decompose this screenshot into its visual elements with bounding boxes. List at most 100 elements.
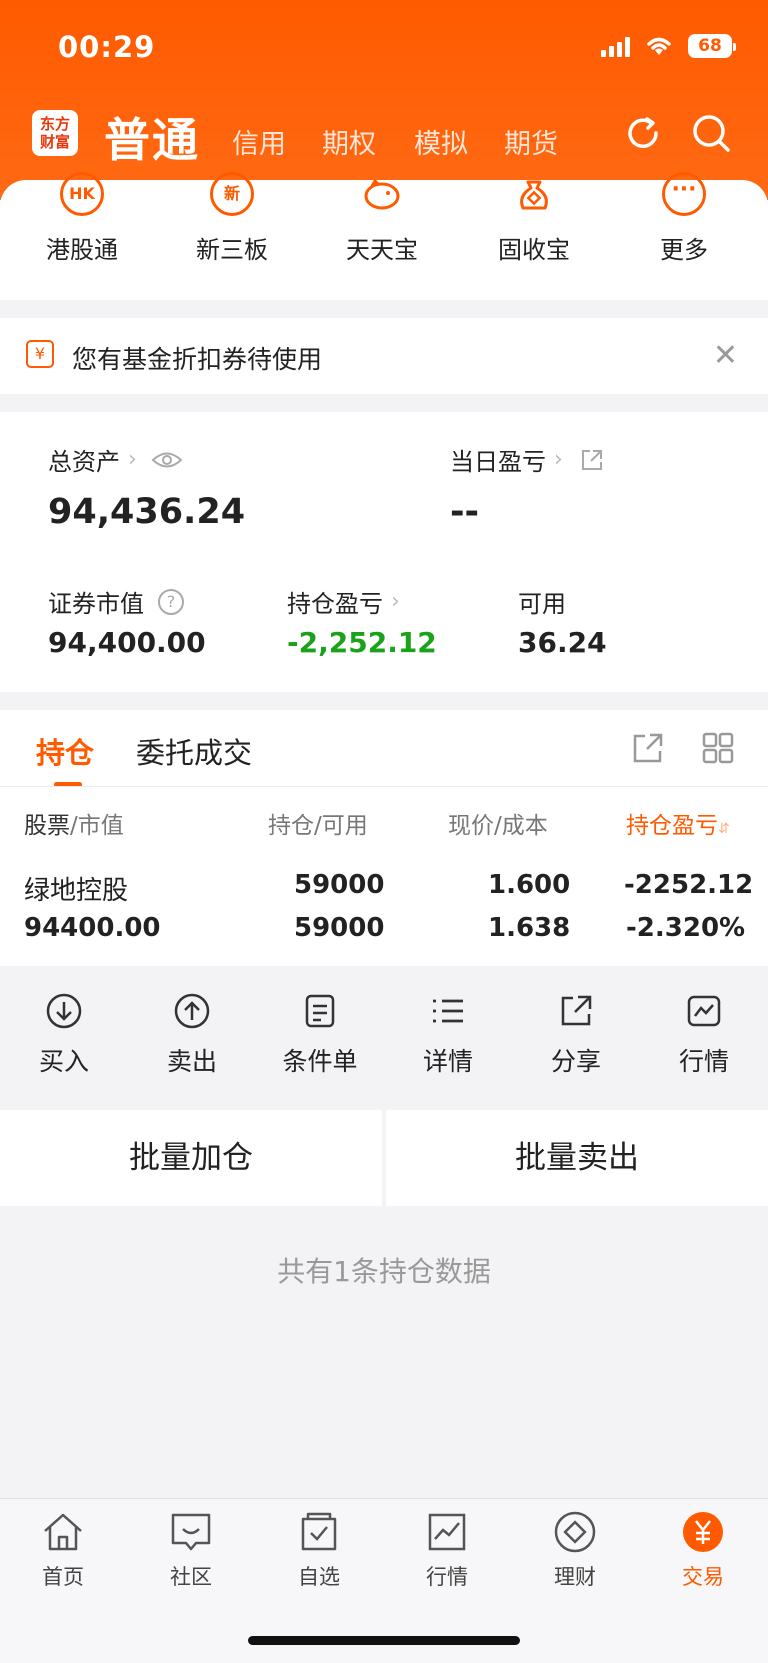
tab-watchlist[interactable]: 自选: [269, 1509, 369, 1591]
list-icon: [433, 999, 463, 1023]
home-indicator[interactable]: [248, 1636, 520, 1645]
stock-market-value: 94400.00: [24, 913, 161, 943]
tab-trade[interactable]: 交易: [653, 1509, 753, 1591]
status-icons: 68: [601, 34, 736, 58]
stock-name: 绿地控股: [24, 876, 129, 906]
details-button[interactable]: 详情: [398, 992, 498, 1078]
arrow-up-circle-icon: [174, 993, 210, 1029]
action-label: 分享: [550, 1047, 601, 1076]
batch-add-button[interactable]: 批量加仓: [0, 1110, 382, 1206]
wifi-icon: [647, 37, 671, 55]
coupon-notice[interactable]: ¥ 您有基金折扣券待使用 ✕: [0, 318, 768, 394]
more-icon: ···: [662, 172, 706, 216]
tab-wealth[interactable]: 理财: [525, 1509, 625, 1591]
current-price: 1.600: [488, 870, 571, 900]
chart-icon: [687, 995, 721, 1027]
shortcut-neeq[interactable]: 新 新三板: [172, 172, 292, 265]
shortcut-bar: HK 港股通 新 新三板 天天宝 固收宝 ··· 更多: [0, 172, 768, 300]
share-icon: [561, 995, 592, 1026]
position-pnl-label: 持仓盈亏: [287, 590, 383, 618]
cellular-signal-icon: [601, 35, 630, 57]
shortcut-label: 更多: [660, 236, 708, 264]
refresh-icon[interactable]: [622, 112, 664, 154]
position-pnl-link[interactable]: 持仓盈亏 ›: [287, 584, 400, 619]
share-button[interactable]: 分享: [526, 992, 626, 1078]
action-label: 卖出: [166, 1047, 217, 1076]
position-count-text: 共有1条持仓数据: [277, 1255, 491, 1288]
shortcut-more[interactable]: ··· 更多: [624, 172, 744, 265]
tab-label: 首页: [42, 1565, 84, 1589]
tab-home[interactable]: 首页: [13, 1509, 113, 1591]
position-actions: 买入 卖出 条件单 详情 分享 行情: [0, 966, 768, 1092]
search-icon[interactable]: [690, 112, 732, 154]
shortcut-gushoubao[interactable]: 固收宝: [474, 180, 594, 265]
shortcut-tiantianbao[interactable]: 天天宝: [322, 178, 442, 265]
close-icon[interactable]: ✕: [713, 338, 738, 373]
total-assets-link[interactable]: 总资产 ›: [48, 442, 183, 477]
tab-label: 理财: [554, 1565, 596, 1589]
tab-futures[interactable]: 期货: [504, 122, 558, 161]
coupon-icon: ¥: [26, 340, 54, 368]
sell-button[interactable]: 卖出: [142, 992, 242, 1078]
shortcut-hk-connect[interactable]: HK 港股通: [22, 172, 142, 265]
column-header-pnl[interactable]: 持仓盈亏⇵: [626, 806, 730, 840]
position-pnl-value: -2,252.12: [287, 626, 437, 659]
moneybag-icon: [512, 172, 556, 216]
document-icon: [305, 994, 335, 1028]
tab-normal[interactable]: 普通: [104, 104, 200, 170]
buy-button[interactable]: 买入: [14, 992, 114, 1078]
tab-label: 行情: [426, 1565, 468, 1589]
notice-text: 您有基金折扣券待使用: [72, 345, 323, 374]
chevron-right-icon: ›: [554, 447, 563, 472]
diamond-circle-icon: [554, 1511, 596, 1553]
daily-pnl-label: 当日盈亏: [450, 448, 546, 476]
batch-sell-button[interactable]: 批量卖出: [386, 1110, 768, 1206]
daily-pnl-link[interactable]: 当日盈亏 ›: [450, 442, 605, 477]
cost-price: 1.638: [488, 913, 571, 943]
eye-icon[interactable]: [151, 449, 183, 471]
market-value: 94,400.00: [48, 626, 206, 659]
shortcut-label: 新三板: [196, 236, 268, 264]
chevron-right-icon: ›: [128, 447, 137, 472]
help-icon[interactable]: ?: [158, 588, 184, 615]
tab-options[interactable]: 期权: [322, 122, 376, 161]
chevron-right-icon: ›: [391, 589, 400, 614]
column-header-stock: 股票/市值: [24, 813, 124, 839]
conditional-order-button[interactable]: 条件单: [270, 992, 370, 1078]
external-link-icon[interactable]: [579, 447, 605, 473]
bag-check-icon: [301, 1512, 337, 1551]
column-header-holding: 持仓/可用: [268, 813, 368, 839]
chat-icon: [171, 1513, 211, 1551]
home-icon: [44, 1513, 82, 1551]
sort-icon: ⇵: [718, 821, 730, 837]
market-value-label: 证券市值: [48, 590, 144, 618]
share-out-icon[interactable]: [630, 730, 666, 766]
available-qty: 59000: [294, 913, 385, 943]
tab-simulation[interactable]: 模拟: [414, 122, 468, 161]
action-label: 条件单: [282, 1047, 358, 1076]
action-label: 行情: [678, 1047, 729, 1076]
quote-button[interactable]: 行情: [654, 992, 754, 1078]
grid-view-icon[interactable]: [700, 730, 736, 766]
action-label: 买入: [38, 1047, 89, 1076]
tab-community[interactable]: 社区: [141, 1509, 241, 1591]
total-assets-value: 94,436.24: [48, 492, 246, 532]
arrow-down-circle-icon: [46, 993, 82, 1029]
positions-panel: 持仓 委托成交 股票/市值 持仓/可用 现价/成本 持仓盈亏⇵ 绿地控股 944…: [0, 710, 768, 966]
asset-summary: 总资产 › 94,436.24 当日盈亏 › -- 证券市值 ? 94,400.…: [0, 412, 768, 692]
app-logo: 东方 财富: [32, 110, 78, 156]
daily-pnl-value: --: [450, 492, 480, 532]
shortcut-label: 固收宝: [498, 236, 570, 264]
tab-orders[interactable]: 委托成交: [136, 730, 252, 772]
battery-icon: 68: [688, 34, 736, 58]
tab-positions[interactable]: 持仓: [36, 730, 94, 772]
holding-qty: 59000: [294, 870, 385, 900]
status-time: 00:29: [58, 30, 156, 64]
pnl-percent: -2.320%: [626, 913, 746, 943]
pnl-amount: -2252.12: [624, 870, 754, 900]
piggy-icon: [360, 172, 404, 216]
action-label: 详情: [422, 1047, 473, 1076]
tab-market[interactable]: 行情: [397, 1509, 497, 1591]
new-icon: 新: [210, 172, 254, 216]
tab-credit[interactable]: 信用: [232, 122, 286, 161]
